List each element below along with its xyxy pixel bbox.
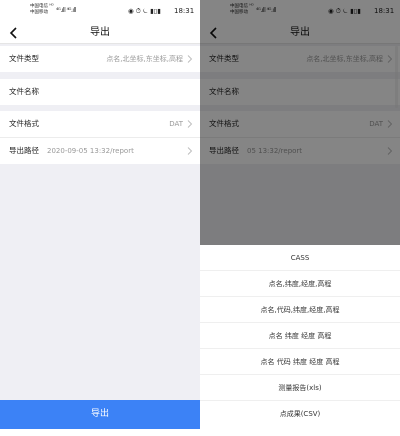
scrollbar[interactable] — [395, 46, 398, 108]
page-title: 导出 — [90, 27, 110, 38]
file-type-value: 点名,北坐标,东坐标,高程 — [106, 55, 183, 63]
chevron-right-icon — [187, 120, 193, 128]
format-option-name-lat-lon-elev[interactable]: 点名,纬度,经度,高程 — [200, 271, 400, 297]
bottom-strip — [0, 429, 200, 436]
status-time: 18:31 — [174, 7, 195, 15]
signal-icon: ⁴ᴳ.ıll ⁴ᴳ.ıll — [56, 7, 76, 14]
chevron-right-icon — [187, 147, 193, 155]
format-option-survey-report-xls[interactable]: 测量报告(xls) — [200, 375, 400, 401]
format-option-point-results-csv[interactable]: 点成果(CSV) — [200, 401, 400, 427]
navbar: 导出 — [0, 22, 200, 44]
export-screen-format-picker: 中国电信 ᵸᴰ 中国移动 ⁴ᴳ.ıll ⁴ᴳ.ıll ◉ ⏱ ⏾ ▮▯▮ 18:… — [200, 0, 400, 436]
format-option-cass[interactable]: CASS — [200, 245, 400, 271]
modal-backdrop[interactable] — [200, 0, 400, 245]
file-format-value: DAT — [169, 120, 183, 128]
file-format-row[interactable]: 文件格式 DAT — [0, 111, 200, 137]
screenshot-pair: 中国电信 ᵸᴰ 中国移动 ⁴ᴳ.ıll ⁴ᴳ.ıll ◉ ⏱ ⏾ ▮▯▮ 18:… — [0, 0, 400, 436]
export-screen: 中国电信 ᵸᴰ 中国移动 ⁴ᴳ.ıll ⁴ᴳ.ıll ◉ ⏱ ⏾ ▮▯▮ 18:… — [0, 0, 200, 436]
carrier-line-2: 中国移动 — [30, 10, 48, 15]
file-format-label: 文件格式 — [9, 119, 39, 128]
export-path-label: 导出路径 — [9, 146, 39, 155]
file-type-label: 文件类型 — [9, 54, 39, 63]
export-button[interactable]: 导出 — [0, 400, 200, 429]
chevron-right-icon — [187, 55, 193, 63]
back-arrow-icon[interactable] — [8, 27, 20, 39]
format-option-name-code-lat-lon-elev[interactable]: 点名,代码,纬度,经度,高程 — [200, 297, 400, 323]
file-type-row[interactable]: 文件类型 点名,北坐标,东坐标,高程 — [0, 46, 200, 72]
export-path-value: 2020-09-05 13:32/report — [47, 138, 174, 164]
file-name-label: 文件名称 — [9, 87, 39, 96]
status-icons: ◉ ⏱ ⏾ ▮▯▮ — [128, 7, 161, 15]
format-action-sheet: CASS 点名,纬度,经度,高程 点名,代码,纬度,经度,高程 点名 纬度 经度… — [200, 245, 400, 436]
export-path-text: 2020-09-05 13:32/report — [47, 147, 134, 155]
carrier-label: 中国电信 ᵸᴰ 中国移动 — [30, 4, 54, 16]
status-bar: 中国电信 ᵸᴰ 中国移动 ⁴ᴳ.ıll ⁴ᴳ.ıll ◉ ⏱ ⏾ ▮▯▮ 18:… — [0, 0, 200, 22]
format-option-name-lat-lon-elev-space[interactable]: 点名 纬度 经度 高程 — [200, 323, 400, 349]
export-path-row[interactable]: 导出路径 2020-09-05 13:32/report — [0, 138, 200, 164]
file-name-row[interactable]: 文件名称 — [0, 79, 200, 105]
format-option-name-code-lat-lon-elev-space[interactable]: 点名 代码 纬度 经度 高程 — [200, 349, 400, 375]
